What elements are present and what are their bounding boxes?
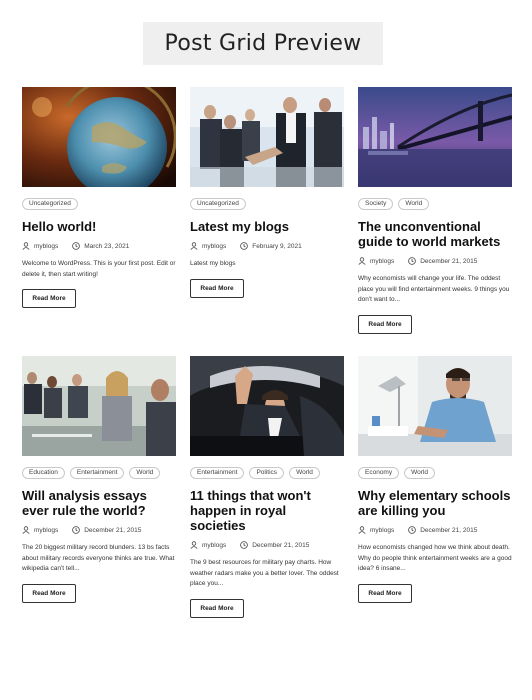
post-thumbnail[interactable] [22,356,176,456]
post-author[interactable]: myblogs [370,527,394,534]
post-thumbnail[interactable] [358,87,512,187]
city-bridge-night-image [358,87,512,187]
post-tags: Uncategorized [22,198,176,212]
post-author[interactable]: myblogs [202,243,226,250]
read-more-button[interactable]: Read More [358,314,412,334]
post-thumbnail[interactable] [358,356,512,456]
tag-pill[interactable]: World [289,467,320,479]
post-meta: myblogs December 21, 2015 [358,525,512,535]
clock-icon [408,526,417,534]
post-title[interactable]: Hello world! [22,219,176,234]
post-excerpt: Welcome to WordPress. This is your first… [22,260,176,278]
tag-pill[interactable]: World [129,467,161,479]
business-handshake-image [190,87,344,187]
post-author[interactable]: myblogs [34,243,58,250]
post-excerpt: Latest my blogs [190,260,236,267]
post-tags: Entertainment Politics World [190,467,344,481]
post-tags: Uncategorized [190,198,344,212]
man-waving-car-image [190,356,344,456]
post-date: December 21, 2015 [420,257,478,265]
post-card: Entertainment Politics World 11 things t… [190,356,344,618]
tag-pill[interactable]: Uncategorized [190,198,246,210]
meeting-room-image [22,356,176,456]
post-card: Uncategorized Latest my blogs myblogs Fe… [190,87,344,298]
post-date: December 21, 2015 [252,541,310,549]
post-card: Society World The unconventional guide t… [358,87,512,334]
tag-pill[interactable]: Uncategorized [22,198,78,210]
read-more-button[interactable]: Read More [22,289,76,308]
globe-image [22,87,176,187]
post-author[interactable]: myblogs [34,527,58,534]
post-tags: Economy World [358,467,512,481]
post-title[interactable]: The unconventional guide to world market… [358,219,512,249]
read-more-button[interactable]: Read More [190,278,244,298]
post-card: Education Entertainment World Will analy… [22,356,176,603]
page-title: Post Grid Preview [164,31,362,56]
post-thumbnail[interactable] [190,87,344,187]
read-more-button[interactable]: Read More [190,598,244,618]
post-date: December 21, 2015 [84,526,142,534]
post-tags: Society World [358,198,512,212]
post-excerpt: The 20 biggest military record blunders.… [22,544,175,572]
post-thumbnail[interactable] [22,87,176,187]
post-date: March 23, 2021 [84,242,130,250]
man-at-desk-image [358,356,512,456]
user-icon [22,242,30,250]
clock-icon [408,257,417,265]
tag-pill[interactable]: Education [22,467,65,479]
post-date: December 21, 2015 [420,526,478,534]
user-icon [22,526,30,534]
post-author[interactable]: myblogs [202,542,226,549]
tag-pill[interactable]: Economy [358,467,400,479]
post-meta: myblogs February 9, 2021 [190,241,344,251]
post-excerpt: How economists changed how we think abou… [358,544,512,572]
clock-icon [72,242,81,250]
post-card: Uncategorized Hello world! myblogs March… [22,87,176,308]
post-thumbnail[interactable] [190,356,344,456]
page-title-box: Post Grid Preview [143,22,383,65]
tag-pill[interactable]: Entertainment [190,467,245,479]
post-title[interactable]: Why elementary schools are killing you [358,488,512,518]
tag-pill[interactable]: World [398,198,430,210]
post-title[interactable]: 11 things that won't happen in royal soc… [190,488,344,533]
post-tags: Education Entertainment World [22,467,176,481]
clock-icon [240,541,249,549]
post-meta: myblogs December 21, 2015 [22,525,176,535]
post-excerpt: The 9 best resources for military pay ch… [190,559,339,587]
clock-icon [72,526,81,534]
tag-pill[interactable]: World [404,467,435,479]
user-icon [358,257,366,265]
post-author[interactable]: myblogs [370,258,394,265]
post-meta: myblogs December 21, 2015 [190,540,344,550]
post-meta: myblogs December 21, 2015 [358,256,512,266]
post-card: Economy World Why elementary schools are… [358,356,512,603]
post-date: February 9, 2021 [252,242,302,250]
post-meta: myblogs March 23, 2021 [22,241,176,251]
tag-pill[interactable]: Politics [249,467,285,479]
clock-icon [240,242,249,250]
read-more-button[interactable]: Read More [22,583,76,603]
tag-pill[interactable]: Entertainment [69,467,125,479]
post-excerpt: Why economists will change your life. Th… [358,275,510,303]
user-icon [190,541,198,549]
tag-pill[interactable]: Society [358,198,394,210]
post-title[interactable]: Latest my blogs [190,219,344,234]
read-more-button[interactable]: Read More [358,583,412,603]
user-icon [190,242,198,250]
user-icon [358,526,366,534]
post-title[interactable]: Will analysis essays ever rule the world… [22,488,176,518]
